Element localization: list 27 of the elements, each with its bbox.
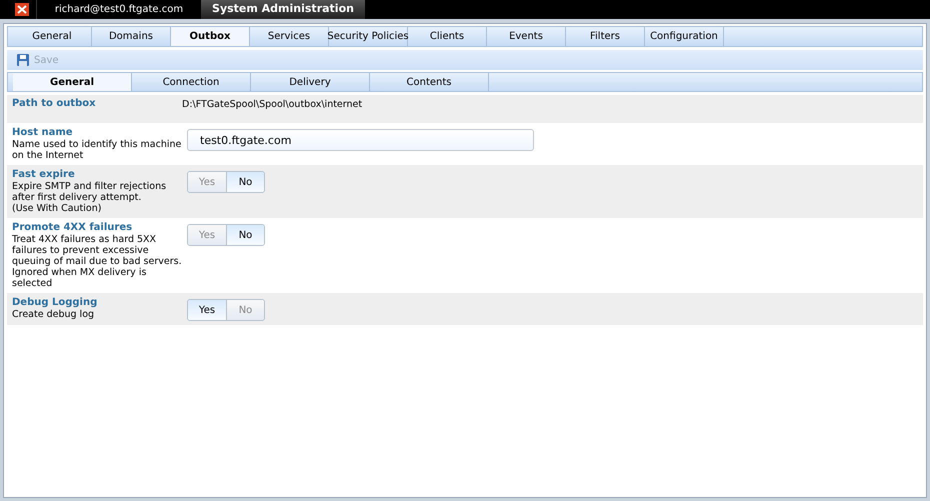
tab[interactable]: Filters (566, 27, 645, 46)
setting-title: Fast expire (12, 169, 76, 181)
host-name-field[interactable]: test0.ftgate.com (187, 129, 534, 151)
toggle-option[interactable]: Yes (188, 300, 226, 320)
setting-title: Debug Logging (12, 297, 98, 309)
setting-description: Create debug log (12, 309, 96, 320)
tab[interactable]: Delivery (251, 73, 370, 91)
setting-description: Treat 4XX failures as hard 5XX failures to prevent excessive queuing of mail due to bad servers. Ignored when MX delivery is selected (12, 234, 182, 289)
tab[interactable]: Services (250, 27, 329, 46)
tab[interactable]: General (13, 73, 132, 91)
setting-title: Path to outbox (12, 98, 97, 110)
app-tab[interactable]: System Administration (201, 0, 365, 19)
tab[interactable]: Contents (370, 73, 489, 91)
toggle-option[interactable]: No (226, 225, 264, 245)
setting-title: Promote 4XX failures (12, 222, 134, 234)
tab[interactable]: Configuration (645, 27, 724, 46)
setting-description: Name used to identify this machine on the Internet (12, 139, 182, 161)
setting-description: Expire SMTP and filter rejections after first delivery attempt. (Use With Caution) (12, 181, 168, 214)
setting-title: Host name (12, 127, 74, 139)
tab[interactable]: General (13, 27, 92, 46)
tab[interactable]: Outbox (171, 27, 250, 46)
path-value: D:\FTGateSpool\Spool\outbox\internet (182, 98, 362, 112)
tab[interactable]: Clients (408, 27, 487, 46)
tab[interactable]: Security Policies (329, 27, 408, 46)
tab[interactable]: Events (487, 27, 566, 46)
tab[interactable]: Connection (132, 73, 251, 91)
toggle-option[interactable]: No (226, 172, 264, 192)
